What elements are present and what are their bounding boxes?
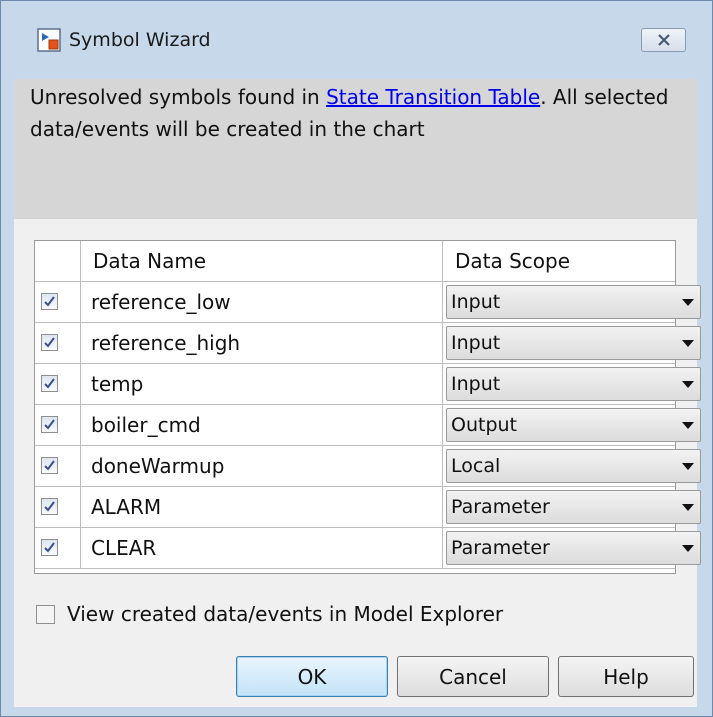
data-scope-dropdown[interactable]: Parameter xyxy=(446,490,701,524)
dropdown-arrow-icon xyxy=(682,340,694,347)
view-in-explorer-label[interactable]: View created data/events in Model Explor… xyxy=(67,598,503,630)
table-row: reference_high Input xyxy=(35,323,701,364)
row-check-cell xyxy=(35,323,81,364)
header-data-scope-label: Data Scope xyxy=(455,249,571,273)
symbol-wizard-dialog: Symbol Wizard Unresolved symbols found i… xyxy=(0,0,713,717)
symbols-table: Data Name Data Scope reference_low Input… xyxy=(34,240,701,574)
data-scope-value: Local xyxy=(451,455,501,477)
header-check-cell xyxy=(35,241,81,282)
row-check-cell xyxy=(35,487,81,528)
checkmark-icon xyxy=(44,501,55,512)
data-scope-value: Parameter xyxy=(451,537,550,559)
message-prefix: Unresolved symbols found in xyxy=(30,85,327,109)
data-scope-dropdown[interactable]: Input xyxy=(446,326,701,360)
data-scope-value: Input xyxy=(451,291,501,313)
cancel-button[interactable]: Cancel xyxy=(397,656,549,697)
state-transition-table-link[interactable]: State Transition Table xyxy=(326,85,540,109)
message-panel: Unresolved symbols found in State Transi… xyxy=(14,79,697,219)
view-in-explorer-checkbox[interactable] xyxy=(36,605,55,624)
row-checkbox[interactable] xyxy=(41,498,58,515)
dialog-content: Unresolved symbols found in State Transi… xyxy=(14,79,701,707)
checkmark-icon xyxy=(44,419,55,430)
close-icon xyxy=(658,34,670,46)
row-checkbox[interactable] xyxy=(41,375,58,392)
checkmark-icon xyxy=(44,378,55,389)
dropdown-arrow-icon xyxy=(682,463,694,470)
row-check-cell xyxy=(35,405,81,446)
checkmark-icon xyxy=(44,542,55,553)
data-name-text: doneWarmup xyxy=(91,454,225,478)
data-name-cell[interactable]: boiler_cmd xyxy=(81,405,443,446)
row-check-cell xyxy=(35,446,81,487)
title-bar[interactable]: Symbol Wizard xyxy=(1,1,712,79)
row-check-cell xyxy=(35,282,81,323)
dropdown-arrow-icon xyxy=(682,504,694,511)
data-name-cell[interactable]: ALARM xyxy=(81,487,443,528)
data-name-text: ALARM xyxy=(91,495,162,519)
row-checkbox[interactable] xyxy=(41,416,58,433)
dropdown-arrow-icon xyxy=(682,299,694,306)
app-icon xyxy=(37,28,61,52)
checkmark-icon xyxy=(44,296,55,307)
row-checkbox[interactable] xyxy=(41,539,58,556)
data-scope-value: Input xyxy=(451,332,501,354)
row-checkbox[interactable] xyxy=(41,334,58,351)
dropdown-arrow-icon xyxy=(682,545,694,552)
data-name-text: boiler_cmd xyxy=(91,413,201,437)
data-name-text: reference_low xyxy=(91,290,231,314)
data-scope-value: Input xyxy=(451,373,501,395)
dropdown-arrow-icon xyxy=(682,381,694,388)
data-name-cell[interactable]: doneWarmup xyxy=(81,446,443,487)
unresolved-message: Unresolved symbols found in State Transi… xyxy=(30,81,685,145)
data-scope-dropdown[interactable]: Input xyxy=(446,367,701,401)
row-checkbox[interactable] xyxy=(41,293,58,310)
data-name-cell[interactable]: CLEAR xyxy=(81,528,443,569)
table-row: doneWarmup Local xyxy=(35,446,701,487)
data-name-text: CLEAR xyxy=(91,536,157,560)
dropdown-arrow-icon xyxy=(682,422,694,429)
header-data-scope[interactable]: Data Scope xyxy=(443,241,675,282)
data-scope-value: Output xyxy=(451,414,517,436)
table-header: Data Name Data Scope xyxy=(35,241,675,282)
help-button[interactable]: Help xyxy=(558,656,694,697)
data-scope-dropdown[interactable]: Output xyxy=(446,408,701,442)
data-scope-dropdown[interactable]: Local xyxy=(446,449,701,483)
data-name-cell[interactable]: temp xyxy=(81,364,443,405)
data-scope-dropdown[interactable]: Input xyxy=(446,285,701,319)
row-checkbox[interactable] xyxy=(41,457,58,474)
table-row: CLEAR Parameter xyxy=(35,528,701,569)
table-row: boiler_cmd Output xyxy=(35,405,701,446)
checkmark-icon xyxy=(44,337,55,348)
header-data-name[interactable]: Data Name xyxy=(81,241,443,282)
table-row: temp Input xyxy=(35,364,701,405)
row-check-cell xyxy=(35,528,81,569)
header-data-name-label: Data Name xyxy=(93,249,207,273)
data-name-cell[interactable]: reference_high xyxy=(81,323,443,364)
table-row: reference_low Input xyxy=(35,282,701,323)
data-scope-value: Parameter xyxy=(451,496,550,518)
data-name-text: temp xyxy=(91,372,144,396)
row-check-cell xyxy=(35,364,81,405)
table-row: ALARM Parameter xyxy=(35,487,701,528)
checkmark-icon xyxy=(44,460,55,471)
data-scope-dropdown[interactable]: Parameter xyxy=(446,531,701,565)
close-button[interactable] xyxy=(641,28,686,52)
window-title: Symbol Wizard xyxy=(69,29,211,51)
ok-button[interactable]: OK xyxy=(236,656,388,697)
data-name-cell[interactable]: reference_low xyxy=(81,282,443,323)
data-name-text: reference_high xyxy=(91,331,241,355)
